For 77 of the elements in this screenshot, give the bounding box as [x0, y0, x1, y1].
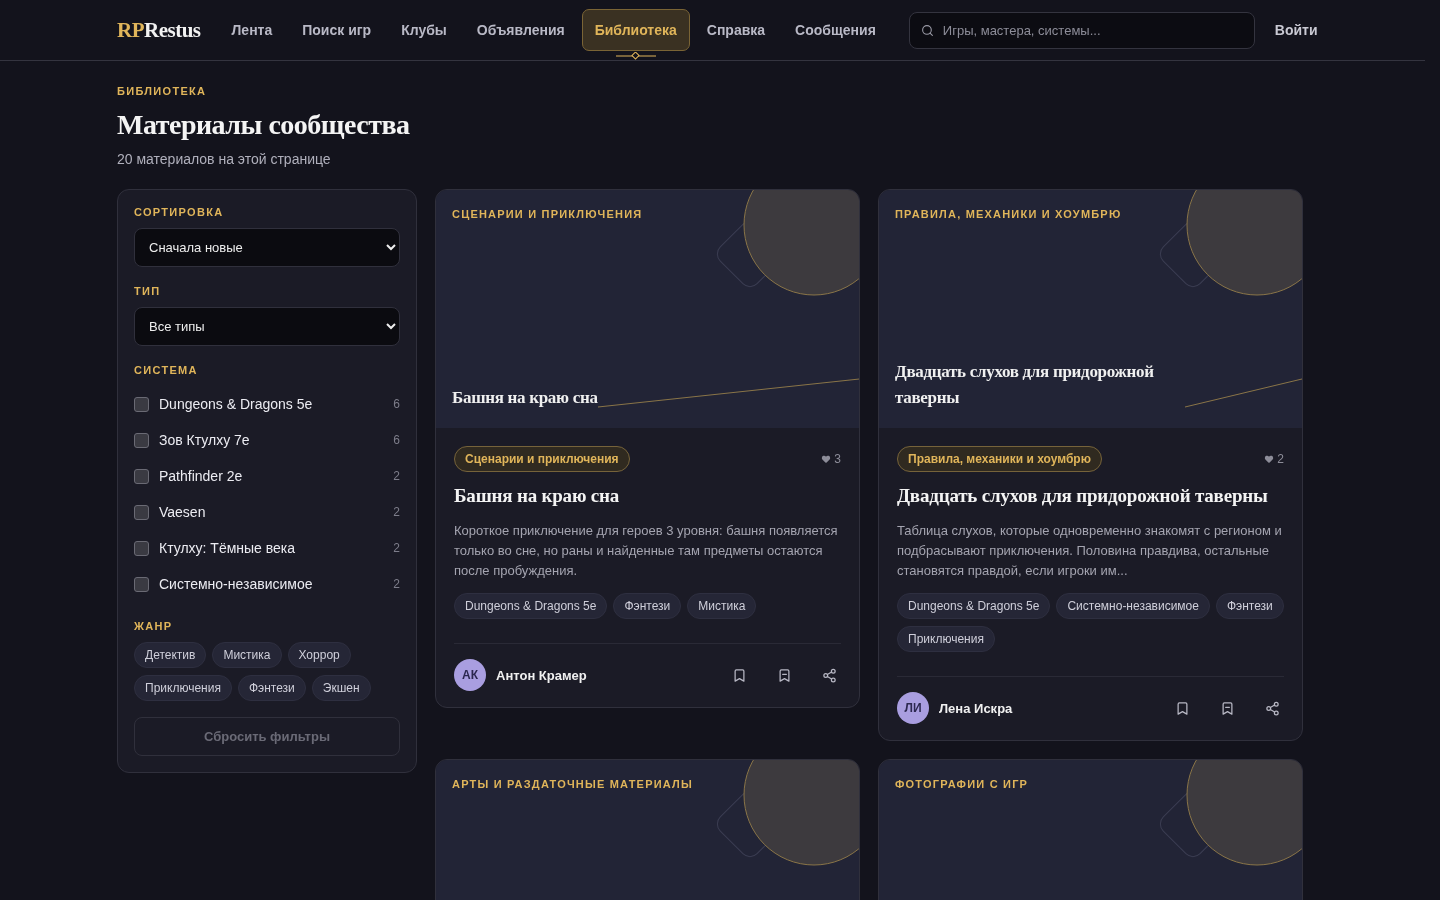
author-name[interactable]: Антон Крамер — [496, 667, 706, 683]
tag-chip: Фэнтези — [1215, 592, 1284, 619]
sort-select[interactable]: Сначала новые — [134, 228, 400, 267]
category-badge: Сценарии и приключения — [454, 446, 630, 472]
card-title[interactable]: Двадцать слухов для придорожной таверны — [897, 484, 1284, 509]
genre-chip[interactable]: Фэнтези — [237, 675, 306, 701]
share-icon — [1265, 700, 1280, 716]
checkbox-label: Dungeons & Dragons 5e — [159, 396, 314, 412]
checkbox[interactable] — [134, 540, 149, 556]
nav-tab[interactable]: Справка — [693, 9, 779, 51]
tag-chip: Фэнтези — [613, 592, 682, 619]
checkbox[interactable] — [134, 576, 149, 592]
genre-chip[interactable]: Хоррор — [287, 642, 351, 668]
author-name[interactable]: Лена Искра — [939, 700, 1149, 716]
checkbox[interactable] — [134, 504, 149, 520]
category-badge: Правила, механики и хоумбрю — [897, 446, 1102, 472]
bookmark-minus-icon — [1220, 700, 1235, 716]
type-select[interactable]: Все типы — [134, 307, 400, 346]
cover-label: ФОТОГРАФИИ С ИГР — [895, 777, 1030, 790]
checkbox[interactable] — [134, 468, 149, 484]
bookmark-icon — [732, 667, 747, 683]
tab-underline-icon — [615, 52, 656, 60]
checkbox-label: Ктулху: Тёмные века — [159, 540, 297, 556]
genre-chip[interactable]: Экшен — [311, 675, 371, 701]
item-count: 2 — [393, 577, 400, 591]
tag-chip: Dungeons & Dragons 5e — [897, 592, 1051, 619]
tag-chip: Мистика — [687, 592, 757, 619]
item-count: 2 — [393, 505, 400, 519]
nav-tab[interactable]: Сообщения — [782, 9, 889, 51]
item-count: 6 — [393, 397, 400, 411]
share-icon — [822, 667, 837, 683]
tag-chip: Приключения — [897, 625, 995, 652]
cover-label: АРТЫ И РАЗДАТОЧНЫЕ МАТЕРИАЛЫ — [452, 777, 694, 790]
item-count: 6 — [393, 433, 400, 447]
nav-tab[interactable]: Клубы — [388, 9, 460, 51]
page-subtitle: 20 материалов на этой странице — [117, 151, 332, 167]
filter-label: ТИП — [134, 285, 162, 297]
search-field[interactable]: Игры, мастера, системы... — [908, 11, 1255, 49]
login-link[interactable]: Войти — [1274, 22, 1318, 38]
author-avatar: АК — [454, 659, 486, 692]
cover-label: СЦЕНАРИИ И ПРИКЛЮЧЕНИЯ — [452, 208, 644, 220]
card-title[interactable]: Башня на краю сна — [454, 484, 841, 509]
item-count: 2 — [393, 469, 400, 483]
checkbox-label: Vaesen — [159, 504, 207, 520]
genre-chip[interactable]: Приключения — [134, 675, 232, 701]
cover-title: Башня на краю сна — [452, 386, 598, 409]
search-icon — [920, 23, 934, 37]
cover-label: ПРАВИЛА, МЕХАНИКИ И ХОУМБРЮ — [895, 208, 1123, 220]
filter-label: СИСТЕМА — [134, 364, 199, 376]
author-avatar: ЛИ — [897, 692, 929, 725]
section-eyebrow: БИБЛИОТЕКА — [117, 85, 208, 97]
heart-icon — [821, 454, 832, 464]
tag-chip: Системно-независимое — [1056, 592, 1210, 619]
page-title: Материалы сообщества — [117, 109, 411, 141]
nav-tab[interactable]: Поиск игр — [289, 9, 385, 51]
tag-chip: Dungeons & Dragons 5e — [454, 592, 608, 619]
filter-label: ЖАНР — [134, 620, 174, 632]
bookmark-icon — [1175, 700, 1190, 716]
checkbox[interactable] — [134, 396, 149, 412]
cover-title: Двадцать слухов для придорожной таверны — [895, 361, 1155, 409]
filter-label: СОРТИРОВКА — [134, 206, 225, 218]
card-description: Таблица слухов, которые одновременно знакомят с регионом и подбрасывают приключения. Половина правдива, остальные становятся правдой, если игроки им... — [897, 521, 1283, 580]
checkbox-label: Pathfinder 2e — [159, 468, 244, 484]
checkbox-label: Зов Ктулху 7e — [159, 432, 251, 448]
genre-chip[interactable]: Мистика — [212, 642, 282, 668]
heart-icon — [1264, 454, 1275, 464]
bookmark-minus-icon — [777, 667, 792, 683]
like-count: 3 — [821, 452, 841, 466]
nav-tab[interactable]: Объявления — [463, 9, 578, 51]
like-count: 2 — [1264, 452, 1284, 466]
card-description: Короткое приключение для героев 3 уровня: башня появляется только во сне, но раны и найденные там предметы остаются после пробуждения. — [454, 521, 839, 580]
nav-tab[interactable]: Лента — [218, 9, 286, 51]
checkbox-label: Системно-независимое — [159, 576, 314, 592]
checkbox[interactable] — [134, 432, 149, 448]
genre-chip[interactable]: Детектив — [134, 642, 207, 668]
logo[interactable]: RPRestus — [117, 17, 201, 43]
item-count: 2 — [393, 541, 400, 555]
